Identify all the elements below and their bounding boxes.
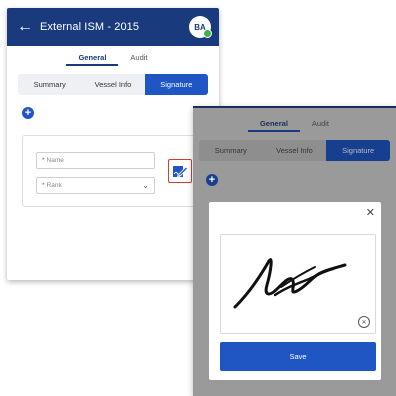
rank-select[interactable]: * Rank ⌄	[36, 177, 155, 194]
tab-vessel-info[interactable]: Vessel Info	[263, 140, 327, 161]
signature-pen-icon	[173, 165, 188, 178]
app-header: ← External ISM - 2015 BA	[7, 8, 219, 46]
tab-summary[interactable]: Summary	[18, 74, 81, 95]
tab-vessel-info[interactable]: Vessel Info	[81, 74, 144, 95]
chevron-down-icon[interactable]: ⌄	[142, 181, 149, 190]
signature-dialog: ✕ ✕ Save	[209, 202, 381, 380]
signature-canvas[interactable]: ✕	[220, 234, 376, 334]
name-placeholder: Name	[46, 157, 64, 164]
arrow-left-icon[interactable]: ←	[17, 19, 33, 35]
save-button[interactable]: Save	[220, 342, 376, 371]
avatar[interactable]: BA	[189, 16, 212, 38]
tab-summary[interactable]: Summary	[199, 140, 263, 161]
close-icon[interactable]: ✕	[366, 208, 375, 219]
top-tabs-dimmed: General Audit	[193, 112, 396, 134]
section-tabs-dimmed: Summary Vessel Info Signature	[199, 140, 390, 161]
tab-signature[interactable]: Signature	[144, 74, 208, 95]
tab-audit[interactable]: Audit	[128, 49, 149, 66]
clear-signature-icon[interactable]: ✕	[358, 316, 370, 328]
sign-button[interactable]	[168, 159, 192, 183]
add-signatory-button[interactable]: +	[206, 174, 218, 186]
tab-audit[interactable]: Audit	[310, 115, 331, 132]
required-mark: *	[42, 182, 45, 189]
rank-placeholder: Rank	[46, 182, 62, 189]
page-title: External ISM - 2015	[40, 21, 140, 33]
signature-modal-screen: General Audit Summary Vessel Info Signat…	[193, 106, 396, 396]
name-field[interactable]: * Name	[36, 152, 155, 169]
plus-icon[interactable]: +	[206, 174, 218, 186]
tab-general[interactable]: General	[247, 115, 300, 132]
add-signatory-button[interactable]: +	[22, 107, 34, 119]
online-status-dot	[203, 29, 212, 38]
plus-icon[interactable]: +	[22, 107, 34, 119]
signature-tab-screen: ← External ISM - 2015 BA General Audit S…	[7, 8, 219, 280]
tab-general[interactable]: General	[66, 49, 119, 66]
tab-signature[interactable]: Signature	[326, 140, 390, 161]
signature-drawing	[233, 258, 347, 309]
signatory-card: * Name * Rank ⌄	[22, 135, 210, 207]
top-tabs: General Audit	[7, 46, 219, 68]
required-mark: *	[42, 157, 45, 164]
section-tabs: Summary Vessel Info Signature	[18, 74, 208, 95]
